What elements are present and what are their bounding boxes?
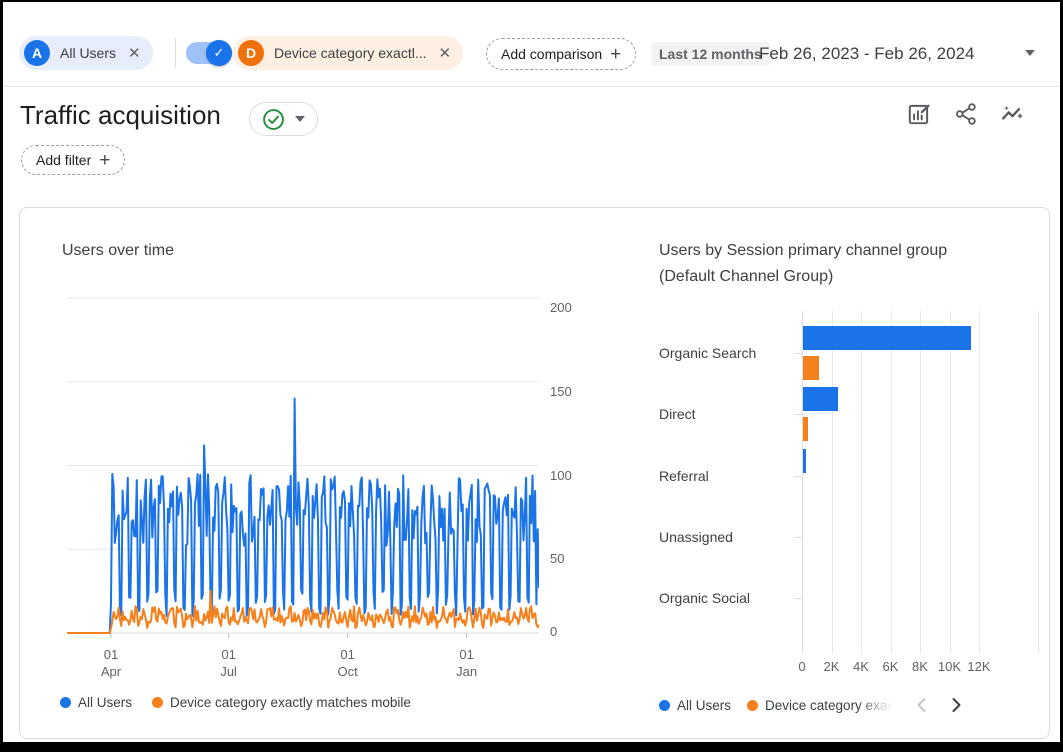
bar-mobile [803,417,808,441]
legend-dot-orange [152,697,163,708]
chevron-down-icon[interactable] [1025,50,1035,56]
add-comparison-label: Add comparison [501,46,602,62]
x-tick-label: 0 [798,659,805,674]
plot-edge-line [1038,311,1039,653]
plus-icon: + [610,45,621,64]
insights-icon[interactable] [1000,101,1026,127]
plus-icon: + [99,151,110,170]
category-label: Direct [659,406,781,422]
legend-item: All Users [659,698,731,713]
category-tick [794,414,802,415]
y-tick-label: 150 [550,384,584,399]
chevron-right-icon[interactable] [946,695,966,715]
gridline [920,311,921,653]
comparison-toggle[interactable]: ✓ [186,42,230,64]
gridline [891,311,892,653]
page-title: Traffic acquisition [20,100,221,131]
gridline [861,311,862,653]
bar-all-users [803,449,806,473]
line-chart-legend: All Users Device category exactly matche… [60,695,411,710]
bar-chart-plot: 02K4K6K8K10K12KOrganic SearchDirectRefer… [654,303,1049,668]
y-tick-label: 0 [550,624,584,639]
add-filter-button[interactable]: Add filter + [21,145,125,175]
x-tick-label: 4K [853,659,869,674]
bar-all-users [803,387,838,411]
legend-item: Device category exactly matches mobile [152,695,411,710]
x-tick-label: 01Oct [337,646,357,680]
bar-chart-legend: All Users Device category exac [659,695,966,715]
bar-mobile [803,356,819,380]
comparison-badge-a: A [24,40,50,66]
category-tick [794,598,802,599]
legend-dot-blue [659,700,670,711]
y-tick-label: 200 [550,300,584,315]
legend-label: Device category exactly matches mobile [170,695,411,710]
x-tick-label: 8K [912,659,928,674]
line-chart-svg [67,291,539,643]
x-tick-label: 2K [824,659,840,674]
bar-all-users [803,326,971,350]
date-range-selector[interactable]: Feb 26, 2023 - Feb 26, 2024 [759,44,975,64]
line-chart-title: Users over time [62,238,382,264]
checkmark-circle-icon [262,108,285,131]
y-tick-label: 100 [550,468,584,483]
legend-dot-blue [60,697,71,708]
comparison-chip-all-users[interactable]: A All Users ✕ [19,36,153,70]
category-tick [794,476,802,477]
x-tick-label: 6K [883,659,899,674]
close-icon[interactable]: ✕ [128,46,141,61]
report-status-menu[interactable] [249,102,318,136]
ga4-traffic-acquisition-page: A All Users ✕ ✓ D Device category exactl… [0,0,1063,752]
legend-item: All Users [60,695,132,710]
legend-label: All Users [78,695,132,710]
category-tick [794,537,802,538]
x-tick-label: 12K [967,659,990,674]
x-tick-label: 01Jul [220,646,237,680]
category-tick [794,353,802,354]
comparison-badge-d: D [238,40,264,66]
category-label: Referral [659,468,781,484]
gridline [979,311,980,653]
legend-label: Device category exac [765,698,894,713]
customize-report-icon[interactable] [906,101,932,127]
line-series-0 [67,399,539,634]
chevron-left-icon[interactable] [912,695,932,715]
comparison-chip-label: All Users [60,45,116,61]
category-label: Unassigned [659,529,781,545]
topbar-divider [3,86,1060,87]
chevron-down-icon [295,116,305,122]
add-comparison-button[interactable]: Add comparison + [486,38,636,70]
x-tick-label: 01Apr [101,646,121,680]
category-label: Organic Search [659,345,781,361]
add-filter-label: Add filter [36,152,91,168]
category-label: Organic Social [659,590,781,606]
legend-item: Device category exac [747,698,894,713]
bar-chart-title: Users by Session primary channel group (… [659,238,959,290]
chip-divider [175,38,176,68]
comparison-chip-label: Device category exactl... [274,45,427,61]
share-icon[interactable] [953,101,979,127]
x-tick-label: 10K [938,659,961,674]
x-tick-label: 01Jan [456,646,477,680]
y-tick-label: 50 [550,551,584,566]
legend-dot-orange [747,700,758,711]
gridline [950,311,951,653]
charts-card: Users over time 0 50 100 150 200 01Apr 01Jul 0… [19,207,1050,739]
close-icon[interactable]: ✕ [439,46,452,61]
legend-pager [912,695,966,715]
gridline [832,311,833,653]
comparison-chip-device-category[interactable]: D Device category exactl... ✕ [233,36,463,70]
toggle-check-icon: ✓ [206,40,232,66]
legend-label: All Users [677,698,731,713]
date-preset-label: Last 12 months [651,42,770,66]
